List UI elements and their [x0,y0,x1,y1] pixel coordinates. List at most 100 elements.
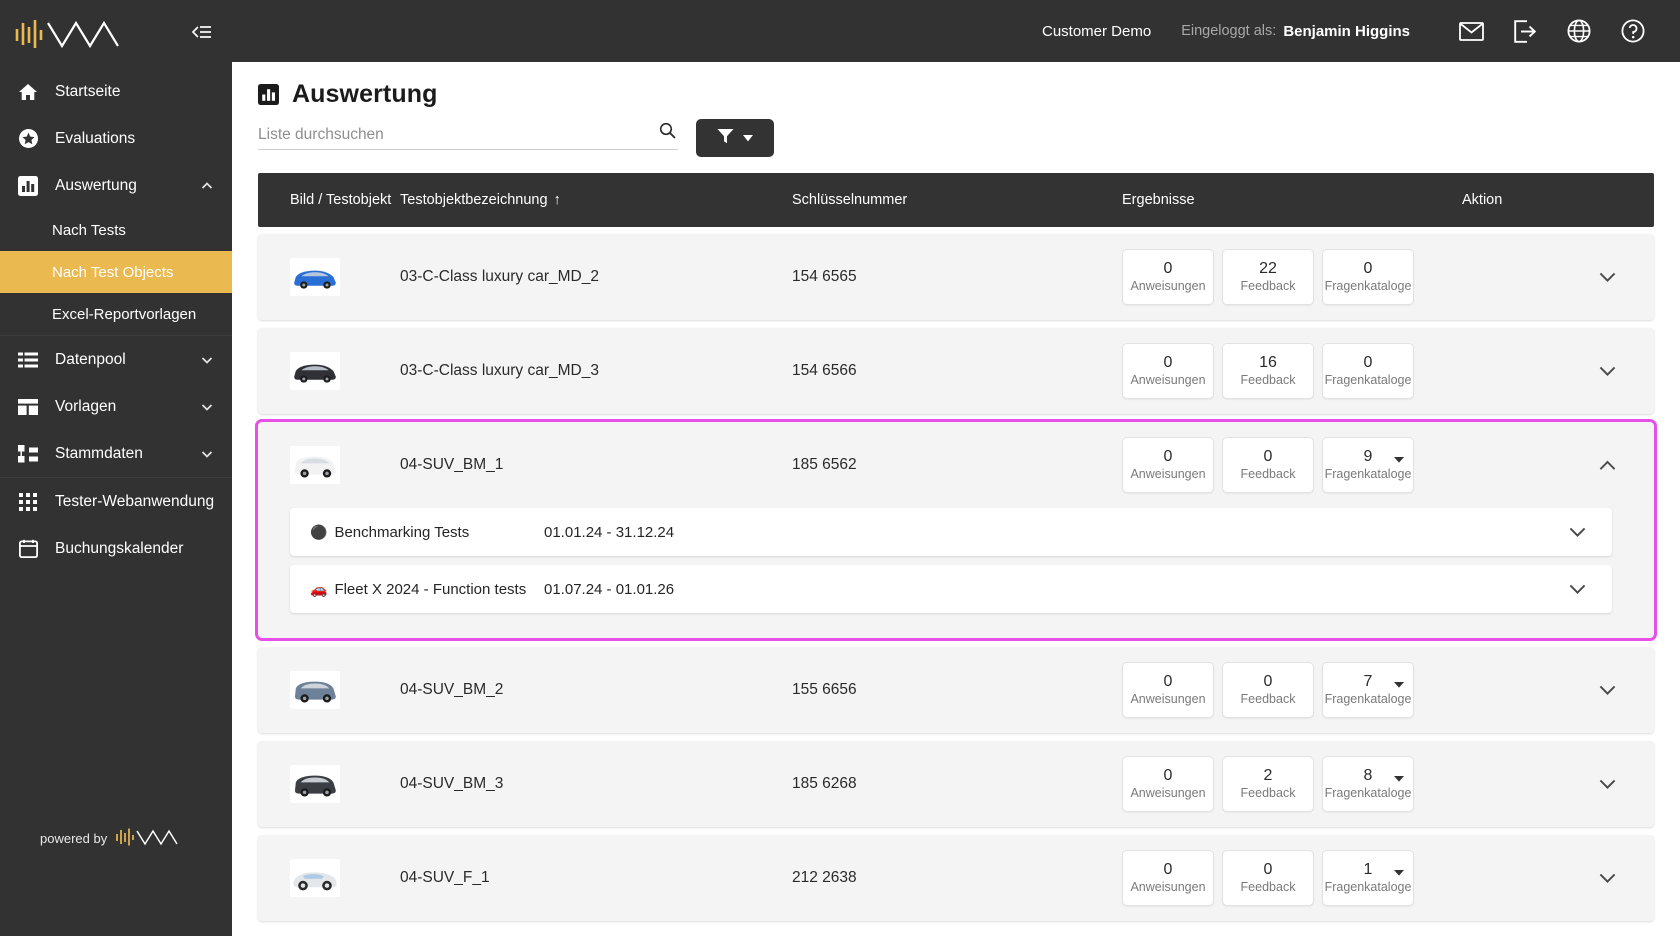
sub-row-status-icon: 🚗 [310,580,328,597]
caret-down-icon[interactable] [1394,769,1404,787]
sidebar-item-buchungskalender[interactable]: Buchungskalender [0,525,232,572]
result-catalogs[interactable]: 8 Fragenkataloge [1322,756,1414,812]
sidebar-subitem-label: Excel-Reportvorlagen [52,305,197,323]
caret-down-icon[interactable] [1394,675,1404,693]
result-catalogs-label: Fragenkataloge [1324,467,1412,482]
sidebar-item-nach-tests[interactable]: Nach Tests [0,209,232,251]
row-action-cell [1462,677,1654,703]
result-feedback[interactable]: 0 Feedback [1222,662,1314,718]
sedan-black-thumb [290,352,340,390]
result-catalogs-count: 0 [1363,260,1373,278]
table-row[interactable]: 04-SUV_BM_3 185 6268 0 Anweisungen 2 Fee… [258,741,1654,827]
chevron-down-icon [200,447,214,461]
row-key-number: 154 6566 [792,362,857,379]
sub-row[interactable]: 🚗 Fleet X 2024 - Function tests 01.07.24… [290,565,1612,613]
column-header-keynum[interactable]: Schlüsselnummer [792,192,1122,208]
home-icon [17,81,39,103]
sort-asc-icon: ↑ [553,192,561,208]
sidebar-item-excel-reportvorlagen[interactable]: Excel-Reportvorlagen [0,293,232,335]
result-feedback[interactable]: 0 Feedback [1222,850,1314,906]
grid-icon [17,491,39,513]
sidebar-item-nach-test-objects[interactable]: Nach Test Objects [0,251,232,293]
collapse-sidebar-icon[interactable] [188,19,214,45]
table-row[interactable]: 04-SUV_F_1 212 2638 0 Anweisungen 0 Feed… [258,835,1654,921]
sidebar-item-label: Startseite [55,82,121,100]
tenant-name[interactable]: Customer Demo [1042,23,1151,40]
chevron-down-icon[interactable] [1569,527,1612,538]
row-main[interactable]: 03-C-Class luxury car_MD_2 154 6565 0 An… [258,234,1654,320]
result-feedback-count: 16 [1259,354,1277,372]
sidebar-item-tester-webanwendung[interactable]: Tester-Webanwendung [0,478,232,525]
row-main[interactable]: 04-SUV_BM_1 185 6562 0 Anweisungen 0 Fee… [258,422,1654,508]
result-catalogs[interactable]: 7 Fragenkataloge [1322,662,1414,718]
result-catalogs-count: 0 [1363,354,1373,372]
row-main[interactable]: 03-C-Class luxury car_MD_3 154 6566 0 An… [258,328,1654,414]
topbar: Customer Demo Eingeloggt als: Benjamin H… [232,0,1680,62]
caret-down-icon[interactable] [1394,450,1404,468]
result-catalogs[interactable]: 0 Fragenkataloge [1322,343,1414,399]
chevron-down-icon[interactable] [1594,771,1620,797]
sidebar-item-evaluations[interactable]: Evaluations [0,115,232,162]
result-catalogs[interactable]: 1 Fragenkataloge [1322,850,1414,906]
sidebar-item-label: Buchungskalender [55,539,184,557]
result-instructions[interactable]: 0 Anweisungen [1122,756,1214,812]
result-instructions[interactable]: 0 Anweisungen [1122,249,1214,305]
result-catalogs-count: 9 [1363,448,1373,466]
chevron-down-icon[interactable] [1594,264,1620,290]
page-content: Auswertung Liste durchsuchen Bild / Test… [232,62,1680,936]
result-instructions[interactable]: 0 Anweisungen [1122,850,1214,906]
search-row [258,119,1654,173]
result-feedback-label: Feedback [1240,692,1296,707]
result-catalogs[interactable]: 0 Fragenkataloge [1322,249,1414,305]
help-icon[interactable] [1614,12,1652,50]
bar-chart-icon [258,84,280,106]
bar-chart-icon [17,175,39,197]
chevron-down-icon[interactable] [1594,677,1620,703]
result-feedback[interactable]: 0 Feedback [1222,437,1314,493]
search-icon[interactable] [659,122,676,144]
caret-down-icon[interactable] [1394,863,1404,881]
search-input[interactable] [258,126,678,144]
column-header-name[interactable]: Testobjektbezeichnung ↑ [400,192,792,208]
result-catalogs[interactable]: 9 Fragenkataloge [1322,437,1414,493]
mail-icon[interactable] [1452,12,1490,50]
result-feedback[interactable]: 22 Feedback [1222,249,1314,305]
sidebar-subitem-label: Nach Tests [52,221,126,239]
sidebar-item-vorlagen[interactable]: Vorlagen [0,383,232,430]
chevron-down-icon[interactable] [1594,865,1620,891]
table-row-highlighted[interactable]: 04-SUV_BM_1 185 6562 0 Anweisungen 0 Fee… [255,419,1657,641]
result-feedback[interactable]: 2 Feedback [1222,756,1314,812]
column-header-action[interactable]: Aktion [1462,192,1654,208]
chevron-down-icon[interactable] [1569,584,1612,595]
sub-row[interactable]: ⚫ Benchmarking Tests 01.01.24 - 31.12.24 [290,508,1612,556]
chevron-up-icon[interactable] [1594,452,1620,478]
sidebar-item-datenpool[interactable]: Datenpool [0,336,232,383]
table-row[interactable]: 03-C-Class luxury car_MD_2 154 6565 0 An… [258,234,1654,320]
row-action-cell [1462,264,1654,290]
row-main[interactable]: 04-SUV_BM_3 185 6268 0 Anweisungen 2 Fee… [258,741,1654,827]
sidebar-item-label: Vorlagen [55,397,117,415]
logged-in-user[interactable]: Benjamin Higgins [1283,23,1410,40]
filter-button[interactable] [696,119,774,157]
chevron-down-icon[interactable] [1594,358,1620,384]
row-main[interactable]: 04-SUV_F_1 212 2638 0 Anweisungen 0 Feed… [258,835,1654,921]
result-feedback[interactable]: 16 Feedback [1222,343,1314,399]
app-logo[interactable] [14,13,124,51]
logout-icon[interactable] [1506,12,1544,50]
table-row[interactable]: 04-SUV_BM_2 155 6656 0 Anweisungen 0 Fee… [258,647,1654,733]
sidebar-item-auswertung[interactable]: Auswertung [0,162,232,209]
sidebar-item-startseite[interactable]: Startseite [0,68,232,115]
sidebar-item-stammdaten[interactable]: Stammdaten [0,430,232,477]
row-main[interactable]: 04-SUV_BM_2 155 6656 0 Anweisungen 0 Fee… [258,647,1654,733]
result-instructions[interactable]: 0 Anweisungen [1122,662,1214,718]
globe-icon[interactable] [1560,12,1598,50]
sidebar: Startseite Evaluations Auswertung Nach T… [0,0,232,936]
table-row[interactable]: 03-C-Class luxury car_MD_3 154 6566 0 An… [258,328,1654,414]
result-instructions[interactable]: 0 Anweisungen [1122,437,1214,493]
result-catalogs-label: Fragenkataloge [1324,880,1412,895]
row-name-cell: 03-C-Class luxury car_MD_2 [400,268,792,286]
table-body: 03-C-Class luxury car_MD_2 154 6565 0 An… [255,227,1657,921]
column-header-results[interactable]: Ergebnisse [1122,192,1462,208]
result-instructions[interactable]: 0 Anweisungen [1122,343,1214,399]
column-header-image[interactable]: Bild / Testobjekt [258,192,400,208]
